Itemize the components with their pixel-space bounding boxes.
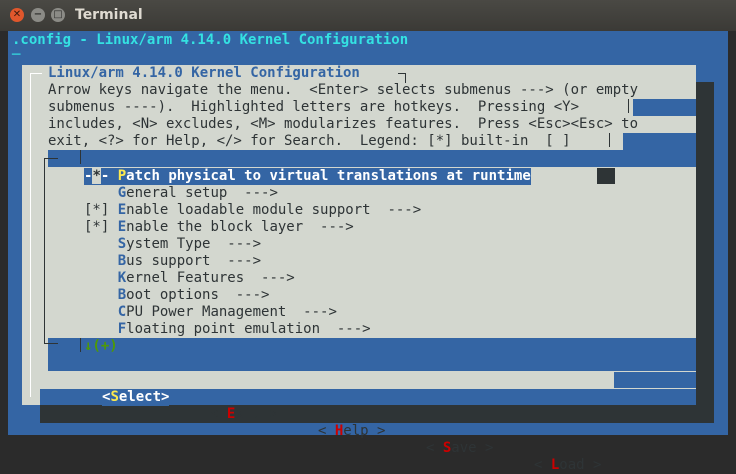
menu-item-bus-support[interactable]: Bus support ---> — [84, 253, 261, 270]
exit-button[interactable]: < Exit > — [210, 406, 277, 423]
menu-item-boot-options[interactable]: Boot options ---> — [84, 287, 270, 304]
item-prefix — [84, 287, 118, 303]
help-line-3: includes, <N> excludes, <M> modularizes … — [48, 116, 639, 132]
item-mid: - — [100, 168, 118, 184]
menu-border-tick — [80, 150, 81, 164]
btn-label: xit — [235, 406, 261, 422]
btn-hotkey: S — [110, 389, 119, 405]
menu-border-bottom — [44, 343, 58, 344]
dialog-title: Linux/arm 4.14.0 Kernel Configuration — [48, 65, 360, 82]
btn-close: > — [476, 440, 494, 456]
btn-hotkey: L — [550, 457, 560, 473]
item-prefix — [84, 304, 118, 320]
btn-label: elp — [343, 423, 369, 439]
menu-border-tick-bottom — [80, 338, 81, 352]
redraw-artifact — [48, 338, 696, 354]
window-title-bar[interactable]: ✕ − □ Terminal — [0, 0, 736, 31]
item-prefix — [84, 321, 118, 337]
item-mark: * — [92, 168, 101, 184]
item-hotkey: G — [117, 185, 127, 201]
btn-close: > — [584, 457, 602, 473]
btn-close: > — [260, 406, 278, 422]
maximize-icon[interactable]: □ — [51, 8, 65, 22]
item-prefix: [*] — [84, 202, 118, 218]
btn-open: < — [534, 457, 551, 473]
menu-item-loadable-module[interactable]: [*] Enable loadable module support ---> — [84, 202, 421, 219]
item-hotkey: E — [117, 202, 127, 218]
item-prefix: [*] — [84, 219, 118, 235]
btn-open: < — [318, 423, 335, 439]
cursor-block — [597, 168, 615, 184]
btn-label: elect — [118, 389, 162, 405]
help-line-2: submenus ----). Highlighted letters are … — [48, 99, 580, 115]
header-separator: ─ — [12, 47, 21, 63]
item-prefix — [84, 236, 118, 252]
item-hotkey: E — [117, 219, 127, 235]
help-line-1: Arrow keys navigate the menu. <Enter> se… — [48, 82, 639, 98]
menu-border-top — [44, 158, 58, 159]
menu-item-block-layer[interactable]: [*] Enable the block layer ---> — [84, 219, 354, 236]
window-title: Terminal — [75, 7, 143, 23]
btn-open: < — [426, 440, 443, 456]
close-icon[interactable]: ✕ — [10, 8, 24, 22]
config-header: .config - Linux/arm 4.14.0 Kernel Config… — [12, 32, 409, 48]
menu-border-left — [44, 158, 45, 344]
dialog-border-top-left — [30, 73, 42, 74]
item-label: eneral setup ---> — [126, 185, 278, 201]
item-hotkey: B — [117, 253, 127, 269]
item-hotkey: S — [117, 236, 127, 252]
item-label: nable the block layer ---> — [126, 219, 354, 235]
item-hotkey: B — [117, 287, 127, 303]
btn-close: > — [368, 423, 386, 439]
menu-item-kernel-features[interactable]: Kernel Features ---> — [84, 270, 295, 287]
item-label: oot options ---> — [126, 287, 270, 303]
item-prefix — [84, 185, 118, 201]
item-prefix — [84, 253, 118, 269]
item-label: ystem Type ---> — [126, 236, 262, 252]
item-label: nable loadable module support ---> — [126, 202, 422, 218]
redraw-artifact — [48, 354, 696, 371]
redraw-artifact — [48, 150, 696, 167]
select-button[interactable]: <Select> — [102, 389, 170, 406]
menu-item-patch-physical[interactable]: -*- Patch physical to virtual translatio… — [84, 168, 531, 185]
dialog-border-left — [30, 73, 31, 397]
menu-item-system-type[interactable]: System Type ---> — [84, 236, 261, 253]
btn-close: > — [161, 389, 170, 405]
redraw-artifact — [614, 372, 696, 388]
menu-item-general-setup[interactable]: General setup ---> — [84, 185, 278, 202]
help-cursor-bar — [628, 99, 629, 113]
btn-label: oad — [559, 457, 585, 473]
item-hotkey: F — [117, 321, 127, 337]
menu-item-floating-point[interactable]: Floating point emulation ---> — [84, 321, 371, 338]
item-hotkey: P — [117, 168, 127, 184]
load-button[interactable]: < Load > — [534, 457, 601, 474]
item-label: atch physical to virtual translations at… — [126, 168, 531, 184]
menu-item-cpu-power[interactable]: CPU Power Management ---> — [84, 304, 337, 321]
item-label: loating point emulation ---> — [126, 321, 371, 337]
btn-label: ave — [451, 440, 477, 456]
item-label: us support ---> — [126, 253, 262, 269]
help-cursor-bar-2 — [609, 133, 610, 147]
more-items-indicator: ↓(+) — [84, 338, 118, 354]
item-prefix — [84, 270, 118, 286]
item-hotkey: K — [117, 270, 127, 286]
item-label: ernel Features ---> — [126, 270, 295, 286]
help-line-4: exit, <?> for Help, </> for Search. Lege… — [48, 133, 571, 149]
help-button[interactable]: < Help > — [318, 423, 385, 440]
minimize-icon[interactable]: − — [31, 8, 45, 22]
item-label: PU Power Management ---> — [126, 304, 337, 320]
redraw-artifact — [623, 133, 696, 150]
redraw-artifact — [633, 99, 696, 116]
btn-open: < — [210, 406, 227, 422]
item-hotkey: C — [117, 304, 127, 320]
